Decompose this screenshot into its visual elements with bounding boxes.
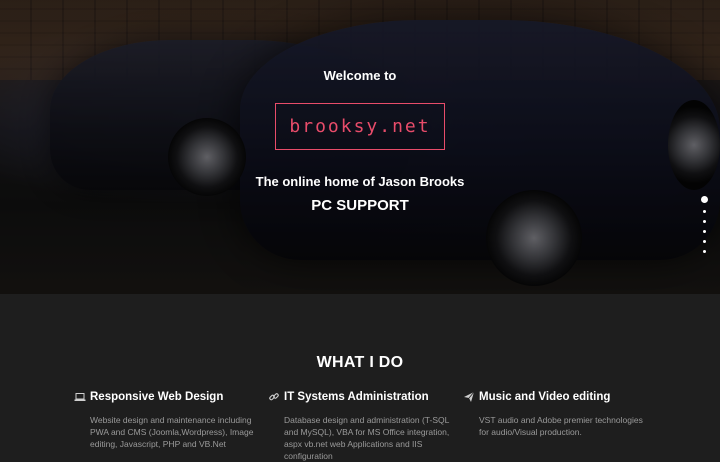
slide-dot-2[interactable]: [702, 210, 706, 213]
section-title: WHAT I DO: [316, 354, 404, 371]
service-title: IT Systems Administration: [284, 391, 429, 403]
hero-banner: Welcome to brooksy.net The online home o…: [0, 0, 720, 294]
what-i-do-section: WHAT I DO Responsive Web Design Website …: [0, 294, 720, 461]
service-item: Music and Video editing VST audio and Ad…: [463, 390, 648, 438]
hero-content: Welcome to brooksy.net The online home o…: [0, 0, 720, 294]
slide-dot-3[interactable]: [702, 220, 706, 223]
service-header: Responsive Web Design: [74, 390, 259, 404]
slide-dot-6[interactable]: [702, 250, 706, 253]
slide-dot-4[interactable]: [702, 230, 706, 233]
slide-indicator: [700, 196, 708, 260]
service-header: IT Systems Administration: [268, 390, 453, 404]
service-title: Responsive Web Design: [90, 391, 224, 403]
link-icon: [269, 393, 279, 401]
paper-plane-icon: [464, 391, 475, 402]
hero-subtitle: PC SUPPORT: [311, 197, 409, 214]
site-logo-text: brooksy.net: [289, 116, 431, 137]
service-item: Responsive Web Design Website design and…: [74, 390, 259, 450]
slide-dot-5[interactable]: [702, 240, 706, 243]
site-logo[interactable]: brooksy.net: [275, 103, 445, 150]
service-title: Music and Video editing: [479, 391, 611, 403]
welcome-text: Welcome to: [323, 68, 397, 83]
service-header: Music and Video editing: [463, 390, 648, 404]
service-description: Database design and administration (T-SQ…: [284, 415, 450, 461]
slide-dot-1[interactable]: [700, 196, 708, 203]
service-item: IT Systems Administration Database desig…: [268, 390, 453, 462]
service-description: Website design and maintenance including…: [90, 415, 254, 449]
laptop-icon: [74, 393, 86, 401]
hero-tagline: The online home of Jason Brooks: [255, 174, 465, 189]
service-description: VST audio and Adobe premier technologies…: [479, 415, 643, 437]
